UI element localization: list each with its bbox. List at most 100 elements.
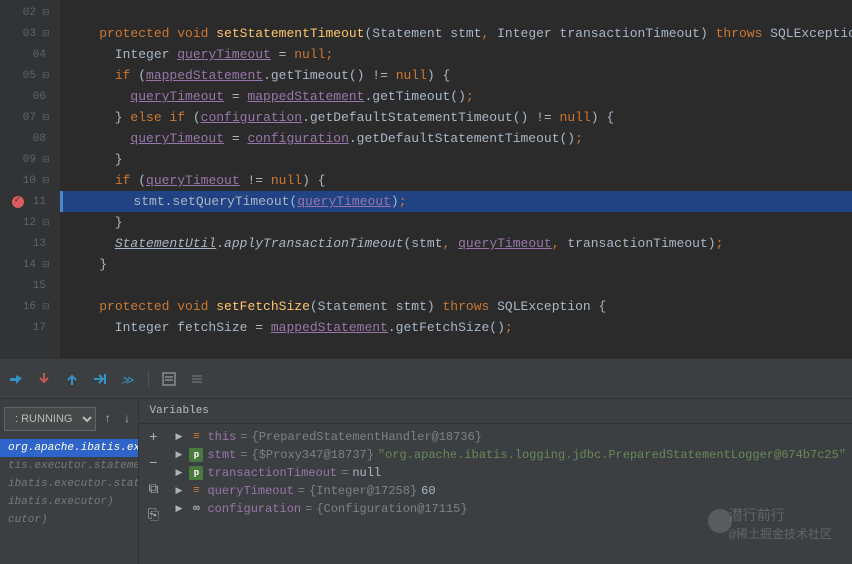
drop-frame-icon[interactable]: ≫ <box>120 371 136 387</box>
fold-icon[interactable]: ⊟ <box>42 29 52 39</box>
code-line[interactable]: StatementUtil.applyTransactionTimeout(st… <box>60 233 852 254</box>
variable-row[interactable]: ▶≡queryTimeout = {Integer@17258} 60 <box>169 482 852 500</box>
gutter-line[interactable]: 13 <box>0 233 60 254</box>
code-token: else if <box>130 110 192 125</box>
gutter-line[interactable]: 02⊟ <box>0 2 60 23</box>
code-editor[interactable]: 02⊟03⊟0405⊟ 06 07⊟ 08 09⊟10⊟1112⊟1314⊟1516⊟1… <box>0 0 852 358</box>
gutter-line[interactable]: 16⊟ <box>0 296 60 317</box>
code-line[interactable]: Integer queryTimeout = null; <box>60 44 852 65</box>
gutter-line[interactable]: 12⊟ <box>0 212 60 233</box>
gutter-line[interactable]: 05⊟ <box>0 65 60 86</box>
gutter-line[interactable]: 15 <box>0 275 60 296</box>
step-over-icon[interactable] <box>8 371 24 387</box>
frames-header: : RUNNING ↑ ↓ <box>0 399 138 439</box>
code-token: stmt.setQueryTimeout( <box>71 194 297 209</box>
fold-icon[interactable]: ⊟ <box>42 71 52 81</box>
fold-icon[interactable]: ⊟ <box>42 8 52 18</box>
variable-row[interactable]: ▶≡this = {PreparedStatementHandler@18736… <box>169 428 852 446</box>
trace-icon[interactable] <box>189 371 205 387</box>
line-number: 06 <box>33 91 46 103</box>
variable-equals: = <box>305 502 312 516</box>
gutter-line[interactable]: 11 <box>0 191 60 212</box>
code-token: ( <box>138 68 146 83</box>
variable-name: this <box>207 430 236 444</box>
run-to-cursor-icon[interactable] <box>92 371 108 387</box>
code-token: } <box>68 257 107 272</box>
code-line[interactable]: queryTimeout = mappedStatement.getTimeou… <box>60 86 852 107</box>
code-token: setFetchSize <box>216 299 310 314</box>
fold-icon[interactable]: ⊟ <box>42 113 52 123</box>
code-token: null <box>396 68 427 83</box>
expand-icon[interactable]: ▶ <box>175 432 185 442</box>
frames-list[interactable]: org.apache.ibatis.executor.statement)tis… <box>0 439 138 529</box>
code-line[interactable]: if (queryTimeout != null) { <box>60 170 852 191</box>
code-line[interactable]: } <box>60 149 852 170</box>
stack-frame[interactable]: org.apache.ibatis.executor.statement) <box>0 439 138 457</box>
code-line[interactable]: } <box>60 254 852 275</box>
code-line[interactable]: stmt.setQueryTimeout(queryTimeout); <box>60 191 852 212</box>
gutter-line[interactable]: 04 <box>0 44 60 65</box>
gutter-line[interactable]: 17 <box>0 317 60 338</box>
code-line[interactable]: } else if (configuration.getDefaultState… <box>60 107 852 128</box>
code-token: null <box>294 47 325 62</box>
next-frame-icon[interactable]: ↓ <box>119 410 134 428</box>
code-token: , <box>552 236 568 251</box>
gutter-line[interactable]: 09⊟ <box>0 149 60 170</box>
code-line[interactable]: if (mappedStatement.getTimeout() != null… <box>60 65 852 86</box>
code-token: ; <box>399 194 407 209</box>
stack-frame[interactable]: ibatis.executor.statement) <box>0 475 138 493</box>
step-into-icon[interactable] <box>36 371 52 387</box>
duplicate-icon[interactable]: ⧉ <box>141 478 165 502</box>
stack-frame[interactable]: tis.executor.statement) <box>0 457 138 475</box>
code-token: setStatementTimeout <box>216 26 364 41</box>
fold-icon[interactable]: ⊟ <box>42 302 52 312</box>
variable-row[interactable]: ▶pstmt = {$Proxy347@18737} "org.apache.i… <box>169 446 852 464</box>
step-out-icon[interactable] <box>64 371 80 387</box>
toolbar-separator <box>148 370 149 388</box>
watermark: 潜行前行 @稀土掘金技术社区 <box>729 505 832 543</box>
code-line[interactable]: queryTimeout = configuration.getDefaultS… <box>60 128 852 149</box>
code-line[interactable] <box>60 275 852 296</box>
code-line[interactable] <box>60 2 852 23</box>
gutter-line[interactable]: 10⊟ <box>0 170 60 191</box>
variables-list[interactable]: ▶≡this = {PreparedStatementHandler@18736… <box>169 424 852 518</box>
gutter-line[interactable]: 06 <box>0 86 60 107</box>
thread-selector[interactable]: : RUNNING <box>4 407 96 431</box>
expand-icon[interactable]: ▶ <box>175 504 185 514</box>
code-token: (Statement stmt <box>364 26 481 41</box>
code-token: ; <box>466 89 474 104</box>
stack-frame[interactable]: cutor) <box>0 511 138 529</box>
code-token: Integer transactionTimeout) <box>497 26 715 41</box>
expand-icon[interactable]: ▶ <box>175 450 185 460</box>
code-line[interactable]: } <box>60 212 852 233</box>
expand-icon[interactable]: ▶ <box>175 468 185 478</box>
variable-row[interactable]: ▶ptransactionTimeout = null <box>169 464 852 482</box>
variable-name: queryTimeout <box>207 484 293 498</box>
evaluate-icon[interactable] <box>161 371 177 387</box>
gutter-line[interactable]: 07⊟ <box>0 107 60 128</box>
variable-type: {PreparedStatementHandler@18736} <box>252 430 482 444</box>
add-watch-icon[interactable]: + <box>141 426 165 450</box>
copy-icon[interactable]: ⎘ <box>141 504 165 528</box>
code-line[interactable]: protected void setStatementTimeout(State… <box>60 23 852 44</box>
fold-icon[interactable]: ⊟ <box>42 218 52 228</box>
code-token: mappedStatement <box>247 89 364 104</box>
fold-icon[interactable]: ⊟ <box>42 155 52 165</box>
gutter-line[interactable]: 03⊟ <box>0 23 60 44</box>
code-line[interactable]: Integer fetchSize = mappedStatement.getF… <box>60 317 852 338</box>
gutter-line[interactable]: 14⊟ <box>0 254 60 275</box>
code-token: applyTransactionTimeout <box>224 236 403 251</box>
stack-frame[interactable]: ibatis.executor) <box>0 493 138 511</box>
prev-frame-icon[interactable]: ↑ <box>100 410 115 428</box>
expand-icon[interactable]: ▶ <box>175 486 185 496</box>
breakpoint-icon[interactable] <box>12 196 24 208</box>
code-token <box>68 299 99 314</box>
code-token: (stmt <box>403 236 442 251</box>
code-line[interactable]: protected void setFetchSize(Statement st… <box>60 296 852 317</box>
remove-watch-icon[interactable]: − <box>141 452 165 476</box>
fold-icon[interactable]: ⊟ <box>42 260 52 270</box>
gutter-line[interactable]: 08 <box>0 128 60 149</box>
code-content[interactable]: protected void setStatementTimeout(State… <box>60 0 852 358</box>
line-number: 08 <box>33 133 46 145</box>
fold-icon[interactable]: ⊟ <box>42 176 52 186</box>
